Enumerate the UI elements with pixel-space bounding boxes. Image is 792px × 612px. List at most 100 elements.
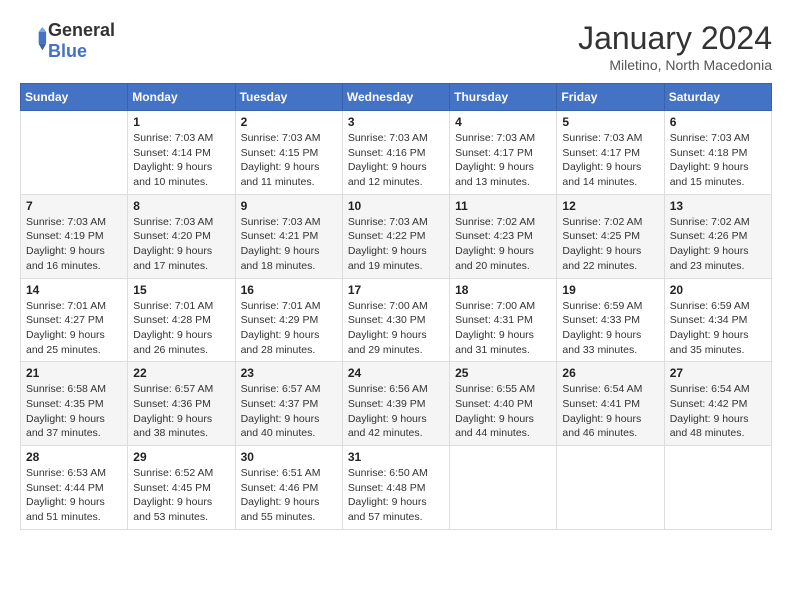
table-row: 27 Sunrise: 6:54 AMSunset: 4:42 PMDaylig… xyxy=(664,362,771,446)
table-row: 13 Sunrise: 7:02 AMSunset: 4:26 PMDaylig… xyxy=(664,194,771,278)
table-row xyxy=(557,446,664,530)
day-number: 19 xyxy=(562,283,658,297)
day-info: Sunrise: 7:01 AMSunset: 4:29 PMDaylight:… xyxy=(241,299,337,358)
day-number: 26 xyxy=(562,366,658,380)
day-info: Sunrise: 6:57 AMSunset: 4:37 PMDaylight:… xyxy=(241,382,337,441)
col-tuesday: Tuesday xyxy=(235,84,342,111)
day-info: Sunrise: 7:03 AMSunset: 4:17 PMDaylight:… xyxy=(562,131,658,190)
calendar-week-row: 21 Sunrise: 6:58 AMSunset: 4:35 PMDaylig… xyxy=(21,362,772,446)
table-row xyxy=(450,446,557,530)
table-row: 10 Sunrise: 7:03 AMSunset: 4:22 PMDaylig… xyxy=(342,194,449,278)
logo-blue: Blue xyxy=(48,41,87,61)
day-info: Sunrise: 7:03 AMSunset: 4:20 PMDaylight:… xyxy=(133,215,229,274)
calendar-header-row: Sunday Monday Tuesday Wednesday Thursday… xyxy=(21,84,772,111)
table-row: 2 Sunrise: 7:03 AMSunset: 4:15 PMDayligh… xyxy=(235,111,342,195)
day-number: 17 xyxy=(348,283,444,297)
day-info: Sunrise: 7:03 AMSunset: 4:18 PMDaylight:… xyxy=(670,131,766,190)
logo-text: General Blue xyxy=(48,20,115,62)
calendar-week-row: 28 Sunrise: 6:53 AMSunset: 4:44 PMDaylig… xyxy=(21,446,772,530)
day-number: 11 xyxy=(455,199,551,213)
table-row: 9 Sunrise: 7:03 AMSunset: 4:21 PMDayligh… xyxy=(235,194,342,278)
col-monday: Monday xyxy=(128,84,235,111)
day-number: 1 xyxy=(133,115,229,129)
day-info: Sunrise: 7:02 AMSunset: 4:23 PMDaylight:… xyxy=(455,215,551,274)
col-saturday: Saturday xyxy=(664,84,771,111)
day-info: Sunrise: 7:03 AMSunset: 4:14 PMDaylight:… xyxy=(133,131,229,190)
day-info: Sunrise: 6:54 AMSunset: 4:42 PMDaylight:… xyxy=(670,382,766,441)
day-number: 23 xyxy=(241,366,337,380)
day-number: 27 xyxy=(670,366,766,380)
table-row: 24 Sunrise: 6:56 AMSunset: 4:39 PMDaylig… xyxy=(342,362,449,446)
day-info: Sunrise: 6:59 AMSunset: 4:33 PMDaylight:… xyxy=(562,299,658,358)
table-row: 29 Sunrise: 6:52 AMSunset: 4:45 PMDaylig… xyxy=(128,446,235,530)
day-number: 7 xyxy=(26,199,122,213)
day-number: 8 xyxy=(133,199,229,213)
day-number: 31 xyxy=(348,450,444,464)
table-row: 8 Sunrise: 7:03 AMSunset: 4:20 PMDayligh… xyxy=(128,194,235,278)
title-area: January 2024 Miletino, North Macedonia xyxy=(578,20,772,73)
day-info: Sunrise: 6:58 AMSunset: 4:35 PMDaylight:… xyxy=(26,382,122,441)
table-row: 1 Sunrise: 7:03 AMSunset: 4:14 PMDayligh… xyxy=(128,111,235,195)
day-info: Sunrise: 7:03 AMSunset: 4:19 PMDaylight:… xyxy=(26,215,122,274)
day-number: 30 xyxy=(241,450,337,464)
table-row: 17 Sunrise: 7:00 AMSunset: 4:30 PMDaylig… xyxy=(342,278,449,362)
day-number: 22 xyxy=(133,366,229,380)
table-row: 18 Sunrise: 7:00 AMSunset: 4:31 PMDaylig… xyxy=(450,278,557,362)
day-number: 20 xyxy=(670,283,766,297)
table-row: 12 Sunrise: 7:02 AMSunset: 4:25 PMDaylig… xyxy=(557,194,664,278)
day-number: 3 xyxy=(348,115,444,129)
table-row: 15 Sunrise: 7:01 AMSunset: 4:28 PMDaylig… xyxy=(128,278,235,362)
day-number: 14 xyxy=(26,283,122,297)
table-row: 26 Sunrise: 6:54 AMSunset: 4:41 PMDaylig… xyxy=(557,362,664,446)
logo-general: General xyxy=(48,20,115,40)
page-header: General Blue January 2024 Miletino, Nort… xyxy=(20,20,772,73)
day-info: Sunrise: 6:57 AMSunset: 4:36 PMDaylight:… xyxy=(133,382,229,441)
table-row: 28 Sunrise: 6:53 AMSunset: 4:44 PMDaylig… xyxy=(21,446,128,530)
day-info: Sunrise: 7:00 AMSunset: 4:30 PMDaylight:… xyxy=(348,299,444,358)
day-info: Sunrise: 7:03 AMSunset: 4:21 PMDaylight:… xyxy=(241,215,337,274)
table-row: 7 Sunrise: 7:03 AMSunset: 4:19 PMDayligh… xyxy=(21,194,128,278)
day-number: 29 xyxy=(133,450,229,464)
col-thursday: Thursday xyxy=(450,84,557,111)
table-row: 6 Sunrise: 7:03 AMSunset: 4:18 PMDayligh… xyxy=(664,111,771,195)
calendar-week-row: 7 Sunrise: 7:03 AMSunset: 4:19 PMDayligh… xyxy=(21,194,772,278)
table-row: 4 Sunrise: 7:03 AMSunset: 4:17 PMDayligh… xyxy=(450,111,557,195)
day-number: 12 xyxy=(562,199,658,213)
day-number: 28 xyxy=(26,450,122,464)
day-info: Sunrise: 6:56 AMSunset: 4:39 PMDaylight:… xyxy=(348,382,444,441)
day-info: Sunrise: 7:01 AMSunset: 4:28 PMDaylight:… xyxy=(133,299,229,358)
day-number: 21 xyxy=(26,366,122,380)
calendar-week-row: 1 Sunrise: 7:03 AMSunset: 4:14 PMDayligh… xyxy=(21,111,772,195)
col-wednesday: Wednesday xyxy=(342,84,449,111)
day-info: Sunrise: 7:03 AMSunset: 4:17 PMDaylight:… xyxy=(455,131,551,190)
day-number: 6 xyxy=(670,115,766,129)
logo: General Blue xyxy=(20,20,115,62)
calendar-week-row: 14 Sunrise: 7:01 AMSunset: 4:27 PMDaylig… xyxy=(21,278,772,362)
day-number: 5 xyxy=(562,115,658,129)
subtitle: Miletino, North Macedonia xyxy=(578,57,772,73)
day-info: Sunrise: 6:51 AMSunset: 4:46 PMDaylight:… xyxy=(241,466,337,525)
table-row: 21 Sunrise: 6:58 AMSunset: 4:35 PMDaylig… xyxy=(21,362,128,446)
table-row: 23 Sunrise: 6:57 AMSunset: 4:37 PMDaylig… xyxy=(235,362,342,446)
day-info: Sunrise: 7:03 AMSunset: 4:22 PMDaylight:… xyxy=(348,215,444,274)
table-row: 22 Sunrise: 6:57 AMSunset: 4:36 PMDaylig… xyxy=(128,362,235,446)
table-row xyxy=(21,111,128,195)
col-sunday: Sunday xyxy=(21,84,128,111)
table-row: 16 Sunrise: 7:01 AMSunset: 4:29 PMDaylig… xyxy=(235,278,342,362)
day-number: 25 xyxy=(455,366,551,380)
day-info: Sunrise: 6:50 AMSunset: 4:48 PMDaylight:… xyxy=(348,466,444,525)
day-number: 9 xyxy=(241,199,337,213)
table-row: 30 Sunrise: 6:51 AMSunset: 4:46 PMDaylig… xyxy=(235,446,342,530)
logo-icon xyxy=(20,27,48,55)
day-info: Sunrise: 7:02 AMSunset: 4:26 PMDaylight:… xyxy=(670,215,766,274)
day-number: 24 xyxy=(348,366,444,380)
table-row: 19 Sunrise: 6:59 AMSunset: 4:33 PMDaylig… xyxy=(557,278,664,362)
table-row xyxy=(664,446,771,530)
day-info: Sunrise: 6:52 AMSunset: 4:45 PMDaylight:… xyxy=(133,466,229,525)
day-number: 2 xyxy=(241,115,337,129)
day-number: 13 xyxy=(670,199,766,213)
day-info: Sunrise: 7:03 AMSunset: 4:15 PMDaylight:… xyxy=(241,131,337,190)
day-number: 4 xyxy=(455,115,551,129)
day-info: Sunrise: 6:54 AMSunset: 4:41 PMDaylight:… xyxy=(562,382,658,441)
table-row: 20 Sunrise: 6:59 AMSunset: 4:34 PMDaylig… xyxy=(664,278,771,362)
